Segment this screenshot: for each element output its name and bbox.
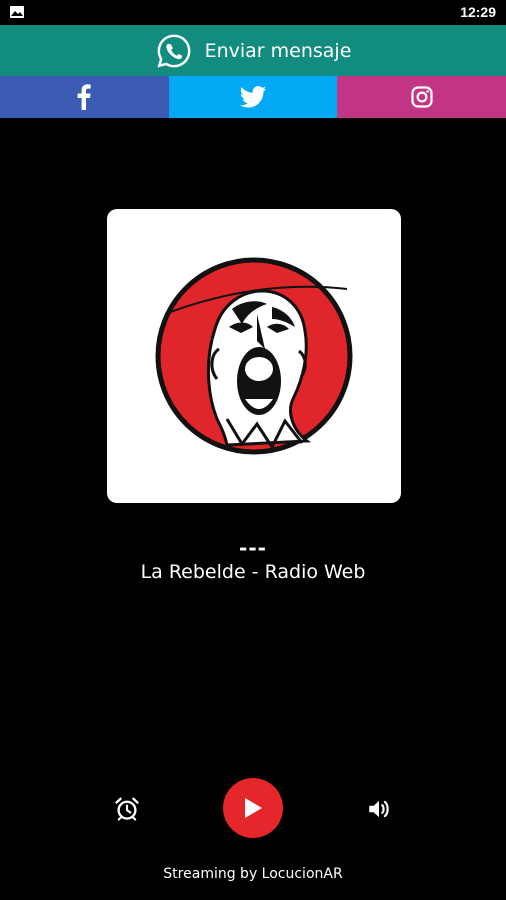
station-logo-image [155, 257, 353, 455]
facebook-button[interactable] [0, 76, 169, 118]
instagram-button[interactable] [337, 76, 506, 118]
play-icon [245, 798, 262, 818]
status-time: 12:29 [460, 4, 496, 20]
player-controls [0, 778, 506, 840]
twitter-icon [239, 86, 267, 108]
send-message-button[interactable]: Enviar mensaje [0, 25, 506, 76]
twitter-button[interactable] [168, 76, 338, 118]
whatsapp-icon [157, 34, 191, 67]
social-links [0, 76, 506, 118]
alarm-icon [115, 797, 139, 821]
send-message-label: Enviar mensaje [204, 39, 352, 62]
instagram-icon [411, 86, 433, 108]
status-bar: 12:29 [0, 0, 506, 25]
streaming-credit: Streaming by LocucionAR [163, 866, 343, 882]
facebook-icon [77, 84, 92, 110]
image-icon [10, 6, 24, 18]
volume-icon [369, 800, 389, 818]
alarm-button[interactable] [113, 795, 141, 823]
now-playing-title: --- [239, 536, 267, 560]
volume-button[interactable] [366, 796, 392, 822]
station-name: La Rebelde - Radio Web [140, 561, 366, 583]
station-logo [107, 209, 401, 503]
play-button[interactable] [223, 778, 283, 838]
